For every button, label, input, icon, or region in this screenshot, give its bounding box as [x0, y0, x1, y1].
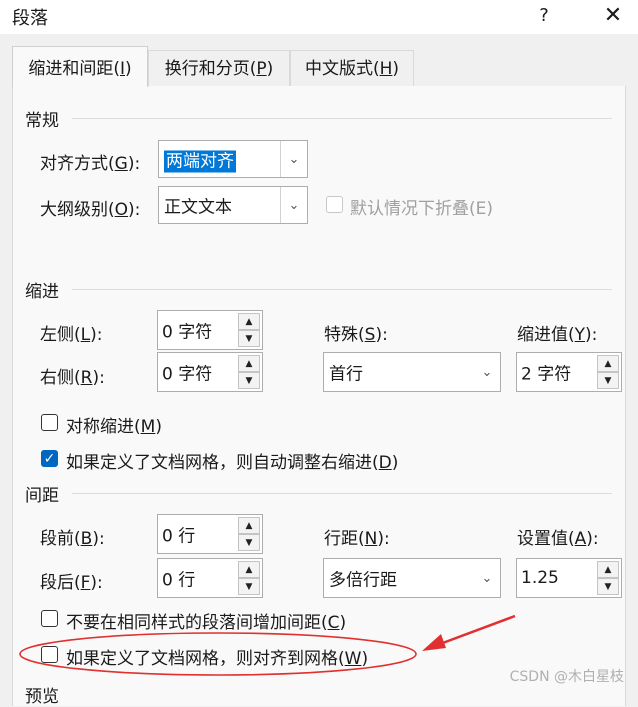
annotation-overlay	[19, 614, 516, 676]
annotation-arrow-head	[422, 634, 446, 651]
watermark: CSDN @木白星枝	[509, 669, 624, 685]
annotation-ellipse	[19, 632, 417, 676]
annotation-arrow-shaft	[431, 614, 516, 649]
